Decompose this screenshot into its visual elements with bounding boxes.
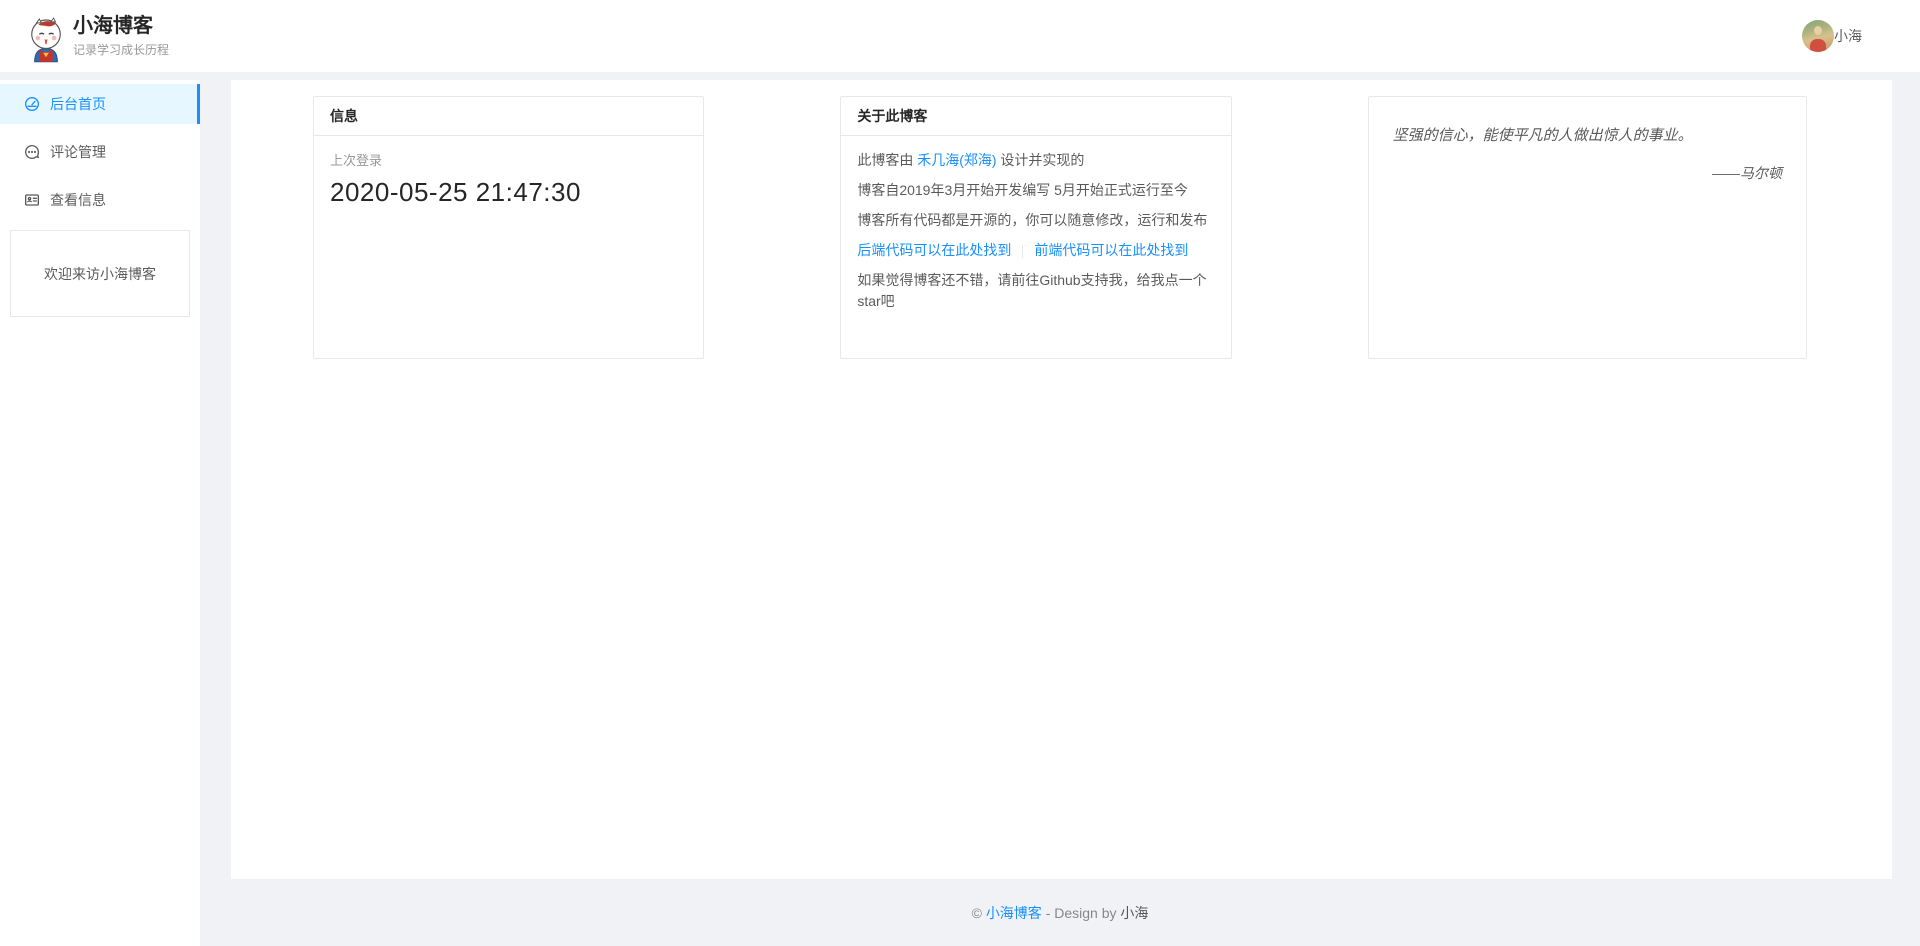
footer-site-link[interactable]: 小海博客 [986, 903, 1042, 923]
footer-author: 小海 [1120, 903, 1148, 923]
info-card: 信息 上次登录 2020-05-25 21:47:30 [313, 96, 704, 359]
sidebar-item-label: 查看信息 [50, 190, 106, 210]
cards-row: 信息 上次登录 2020-05-25 21:47:30 关于此博客 此博客由 禾… [231, 80, 1892, 359]
backend-code-link[interactable]: 后端代码可以在此处找到 [857, 242, 1011, 258]
app-header: 小海博客 记录学习成长历程 小海 [0, 0, 1920, 72]
info-card-body: 上次登录 2020-05-25 21:47:30 [314, 136, 703, 222]
about-card-title: 关于此博客 [841, 97, 1230, 136]
footer-copyright: © [972, 905, 986, 921]
welcome-box: 欢迎来访小海博客 [10, 230, 190, 317]
sidebar-item-label: 评论管理 [50, 142, 106, 162]
brand-text: 小海博客 记录学习成长历程 [73, 14, 169, 58]
site-subtitle: 记录学习成长历程 [73, 41, 169, 58]
content-panel: 信息 上次登录 2020-05-25 21:47:30 关于此博客 此博客由 禾… [231, 80, 1892, 879]
sidebar-item-info[interactable]: 查看信息 [0, 180, 200, 220]
sidebar-item-dashboard[interactable]: 后台首页 [0, 84, 200, 124]
site-title: 小海博客 [73, 14, 169, 38]
quote-card: 坚强的信心，能使平凡的人做出惊人的事业。 ——马尔顿 [1368, 96, 1807, 359]
about-line1-prefix: 此博客由 [857, 152, 917, 168]
last-login-value: 2020-05-25 21:47:30 [330, 177, 687, 208]
user-name: 小海 [1834, 26, 1862, 46]
quote-author: ——马尔顿 [1393, 163, 1782, 183]
frontend-code-link[interactable]: 前端代码可以在此处找到 [1034, 242, 1188, 258]
about-card-body: 此博客由 禾几海(郑海) 设计并实现的 博客自2019年3月开始开发编写 5月开… [841, 136, 1230, 335]
footer-middle: - Design by [1042, 905, 1121, 921]
last-login-label: 上次登录 [330, 150, 687, 169]
site-logo-icon [27, 15, 65, 63]
quote-text: 坚强的信心，能使平凡的人做出惊人的事业。 [1393, 125, 1782, 147]
dashboard-icon [24, 96, 40, 112]
user-menu[interactable]: 小海 [1802, 20, 1862, 52]
idcard-icon [24, 192, 40, 208]
about-line-opensource: 博客所有代码都是开源的，你可以随意修改，运行和发布 [857, 210, 1214, 231]
footer: © 小海博客 - Design by 小海 [200, 879, 1920, 946]
comment-icon [24, 144, 40, 160]
sidebar-item-comments[interactable]: 评论管理 [0, 132, 200, 172]
user-avatar [1802, 20, 1834, 52]
sidebar: 后台首页 评论管理 查看信息 [0, 80, 200, 946]
welcome-text: 欢迎来访小海博客 [44, 264, 156, 284]
about-line-author: 此博客由 禾几海(郑海) 设计并实现的 [857, 150, 1214, 171]
vertical-divider [1022, 245, 1023, 258]
about-card: 关于此博客 此博客由 禾几海(郑海) 设计并实现的 博客自2019年3月开始开发… [840, 96, 1231, 359]
sidebar-menu: 后台首页 评论管理 查看信息 [0, 80, 200, 220]
about-line-history: 博客自2019年3月开始开发编写 5月开始正式运行至今 [857, 180, 1214, 201]
sidebar-item-label: 后台首页 [50, 94, 106, 114]
author-link[interactable]: 禾几海(郑海) [917, 152, 996, 168]
main-layout: 后台首页 评论管理 查看信息 [0, 72, 1920, 946]
about-line-star: 如果觉得博客还不错，请前往Github支持我，给我点一个star吧 [857, 270, 1214, 312]
about-line1-suffix: 设计并实现的 [997, 152, 1085, 168]
about-line-links: 后端代码可以在此处找到 前端代码可以在此处找到 [857, 240, 1214, 261]
main-column: 信息 上次登录 2020-05-25 21:47:30 关于此博客 此博客由 禾… [200, 72, 1920, 946]
site-brand[interactable]: 小海博客 记录学习成长历程 [27, 9, 169, 63]
info-card-title: 信息 [314, 97, 703, 136]
